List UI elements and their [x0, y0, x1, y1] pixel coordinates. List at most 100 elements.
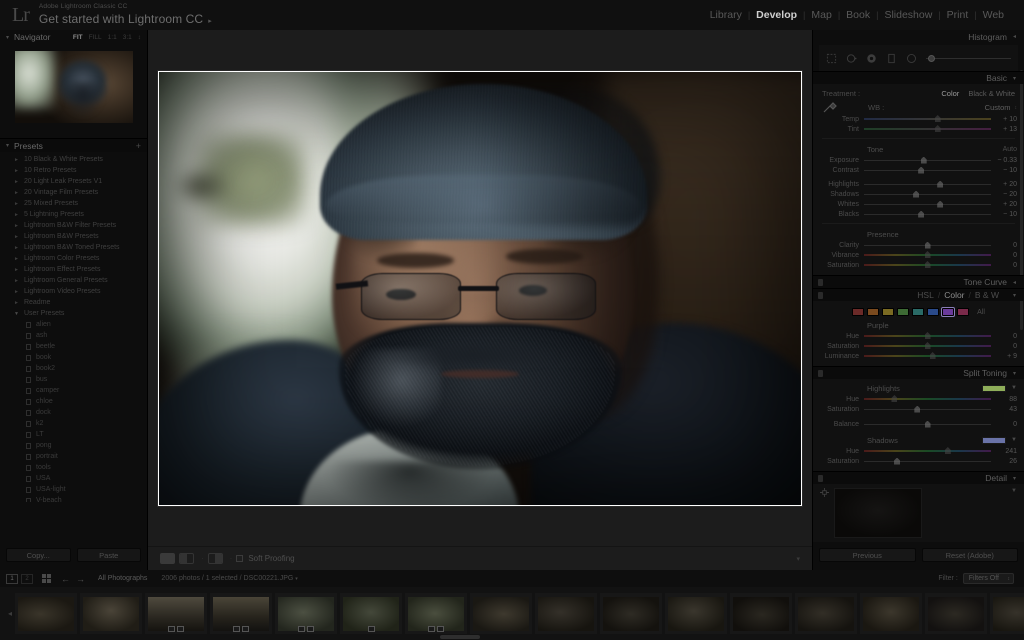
slider-row-sh-saturation[interactable]: Saturation 26 [820, 456, 1017, 466]
hsl-saturation-track[interactable] [864, 342, 991, 349]
module-develop[interactable]: Develop [750, 9, 803, 21]
preset-folder[interactable]: ► 25 Mixed Presets [0, 198, 147, 209]
slider-row-exposure[interactable]: Exposure − 0.33 [820, 155, 1017, 165]
filmstrip-scrollbar[interactable] [440, 635, 480, 639]
user-preset-item[interactable]: camper [0, 385, 147, 396]
swatch-purple[interactable] [941, 307, 956, 317]
navigator-collapse-icon[interactable]: ▾ [6, 34, 9, 41]
swatch-blue[interactable] [927, 308, 940, 316]
module-map[interactable]: Map [805, 9, 837, 21]
filmstrip-info-chevron-icon[interactable]: ▾ [295, 576, 298, 582]
preset-folder[interactable]: ► Lightroom Effect Presets [0, 264, 147, 275]
detail-header[interactable]: Detail ▾ [813, 471, 1024, 484]
eyedropper-icon[interactable] [822, 101, 838, 114]
filmstrip-thumb[interactable] [925, 593, 988, 634]
swatch-red[interactable] [852, 308, 865, 316]
user-preset-item[interactable]: dock [0, 407, 147, 418]
preset-folder[interactable]: ► 20 Vintage Film Presets [0, 187, 147, 198]
tool-amount-knob[interactable] [928, 54, 935, 62]
tab-hsl[interactable]: HSL [917, 290, 934, 300]
preset-folder[interactable]: ► 20 Light Leak Presets V1 [0, 176, 147, 187]
spot-removal-icon[interactable] [846, 53, 857, 64]
filmstrip-thumb[interactable] [535, 593, 598, 634]
preset-folder[interactable]: ► 10 Retro Presets [0, 165, 147, 176]
filmstrip-thumb[interactable] [15, 593, 78, 634]
slider-row-vibrance[interactable]: Vibrance 0 [820, 250, 1017, 260]
filmstrip-thumb[interactable] [275, 593, 338, 634]
screen-mode-2-button[interactable]: 2 [21, 573, 33, 584]
crop-tool-icon[interactable] [826, 53, 837, 64]
temp-track[interactable] [864, 115, 991, 122]
detail-target-icon[interactable] [820, 488, 829, 497]
swatch-aqua[interactable] [912, 308, 925, 316]
split-shadows-chevron-icon[interactable]: ▼ [1011, 437, 1017, 443]
sh-hue-track[interactable] [864, 447, 991, 454]
filmstrip-thumb[interactable] [340, 593, 403, 634]
slider-row-whites[interactable]: Whites + 20 [820, 199, 1017, 209]
user-preset-item[interactable]: pong [0, 440, 147, 451]
slider-row-hsl-luminance[interactable]: Luminance + 9 [820, 351, 1017, 361]
develop-photo[interactable] [159, 71, 801, 505]
preset-folder[interactable]: ► Lightroom B&W Filter Presets [0, 220, 147, 231]
module-book[interactable]: Book [840, 9, 876, 21]
loupe-view-icon[interactable] [160, 553, 175, 564]
auto-tone-button[interactable]: Auto [1003, 146, 1017, 153]
clarity-track[interactable] [864, 241, 991, 249]
image-canvas[interactable] [148, 30, 812, 546]
filmstrip-thumb[interactable] [665, 593, 728, 634]
user-preset-item[interactable]: book2 [0, 363, 147, 374]
user-preset-item[interactable]: portrait [0, 451, 147, 462]
highlights-track[interactable] [864, 180, 991, 188]
preset-folder[interactable]: ► Lightroom General Presets [0, 275, 147, 286]
identity-arrow-icon[interactable]: ▸ [208, 18, 212, 25]
graduated-filter-icon[interactable] [886, 53, 897, 64]
navigator-preview[interactable] [8, 48, 139, 126]
slider-row-sh-hue[interactable]: Hue 241 [820, 446, 1017, 456]
detail-chevron-icon[interactable]: ▼ [1011, 488, 1017, 494]
slider-row-hl-hue[interactable]: Hue 88 [820, 394, 1017, 404]
filmstrip-source[interactable]: All Photographs [98, 575, 147, 582]
identity-plate[interactable]: Adobe Lightroom Classic CC Get started w… [39, 3, 212, 26]
before-after-split-icon[interactable] [207, 553, 223, 564]
zoom-3-1[interactable]: 3:1 [123, 34, 132, 41]
filmstrip-thumb[interactable] [145, 593, 208, 634]
slider-row-highlights[interactable]: Highlights + 20 [820, 179, 1017, 189]
navigator-header[interactable]: ▾ Navigator FIT FILL 1:1 3:1 ↕ [0, 30, 147, 44]
filmstrip-thumb[interactable] [470, 593, 533, 634]
user-preset-item[interactable]: V-beach [0, 495, 147, 502]
hsl-switch-icon[interactable] [818, 291, 823, 299]
preset-folder[interactable]: ► Lightroom B&W Toned Presets [0, 242, 147, 253]
presets-collapse-icon[interactable]: ▾ [6, 142, 9, 149]
tab-bw[interactable]: B & W [975, 290, 999, 300]
user-preset-item[interactable]: USA-light [0, 484, 147, 495]
forward-arrow-icon[interactable]: → [76, 574, 85, 584]
detail-switch-icon[interactable] [818, 474, 823, 482]
swatch-all-label[interactable]: All [977, 309, 985, 316]
split-shadows-swatch[interactable] [982, 436, 1007, 444]
filmstrip[interactable]: ◂ ▸ [0, 587, 1024, 640]
balance-track[interactable] [864, 420, 991, 428]
basic-header[interactable]: Basic ▾ [813, 71, 1024, 84]
split-toning-switch-icon[interactable] [818, 369, 823, 377]
filmstrip-thumb[interactable] [405, 593, 468, 634]
hsl-hue-track[interactable] [864, 332, 991, 339]
treatment-color-option[interactable]: Color [941, 89, 959, 98]
tone-curve-switch-icon[interactable] [818, 278, 823, 286]
redeye-tool-icon[interactable] [866, 53, 877, 64]
user-preset-item[interactable]: k2 [0, 418, 147, 429]
user-preset-item[interactable]: ash [0, 330, 147, 341]
wb-select[interactable]: Custom ↕ [985, 103, 1017, 112]
before-after-lr-icon[interactable] [179, 553, 194, 564]
split-toning-header[interactable]: Split Toning ▾ [813, 366, 1024, 379]
saturation-track[interactable] [864, 261, 991, 268]
hsl-luminance-track[interactable] [864, 352, 991, 359]
paste-button[interactable]: Paste [76, 548, 141, 562]
copy-button[interactable]: Copy... [6, 548, 71, 562]
slider-row-hl-saturation[interactable]: Saturation 43 [820, 404, 1017, 414]
filmstrip-thumb[interactable] [990, 593, 1024, 634]
filmstrip-thumb[interactable] [600, 593, 663, 634]
user-preset-item[interactable]: chloe [0, 396, 147, 407]
hsl-collapse-icon[interactable]: ▾ [1013, 292, 1016, 299]
slider-row-temp[interactable]: Temp + 10 [820, 114, 1017, 124]
hl-hue-track[interactable] [864, 395, 991, 402]
